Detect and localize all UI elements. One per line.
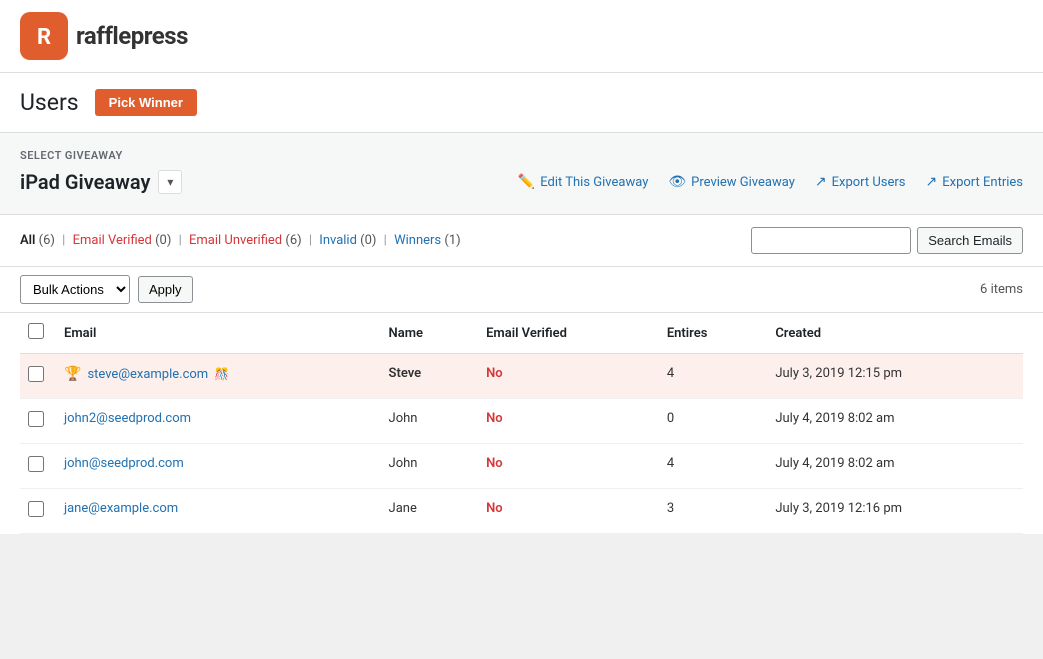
- col-entries: Entires: [659, 313, 768, 354]
- filter-email-unverified-count: (6): [282, 233, 302, 248]
- export-entries-label: Export Entries: [942, 175, 1023, 190]
- export-users-icon: ↗: [815, 174, 827, 190]
- filter-email-unverified[interactable]: Email Unverified: [189, 233, 282, 248]
- row-entries-cell: 4: [659, 354, 768, 399]
- row-checkbox-cell: [20, 354, 56, 399]
- table-row: john2@seedprod.com JohnNo0July 4, 2019 8:…: [20, 399, 1023, 444]
- row-verified-cell: No: [478, 444, 659, 489]
- col-email: Email: [56, 313, 381, 354]
- row-entries-cell: 0: [659, 399, 768, 444]
- filter-invalid[interactable]: Invalid: [319, 233, 357, 248]
- search-button[interactable]: Search Emails: [917, 227, 1023, 254]
- row-verified-cell: No: [478, 489, 659, 534]
- row-created-cell: July 3, 2019 12:16 pm: [767, 489, 1023, 534]
- bulk-actions-bar: Bulk Actions Delete Apply 6 items: [0, 267, 1043, 313]
- bulk-actions-select[interactable]: Bulk Actions Delete: [20, 275, 130, 304]
- row-checkbox[interactable]: [28, 411, 44, 427]
- row-verified-cell: No: [478, 354, 659, 399]
- export-users-link[interactable]: ↗ Export Users: [815, 174, 906, 190]
- col-email-verified: Email Verified: [478, 313, 659, 354]
- row-email-cell: jane@example.com: [56, 489, 381, 534]
- page-header: Users Pick Winner: [0, 73, 1043, 133]
- export-entries-link[interactable]: ↗ Export Entries: [926, 174, 1023, 190]
- row-email-cell: john@seedprod.com: [56, 444, 381, 489]
- row-email-cell: john2@seedprod.com: [56, 399, 381, 444]
- select-giveaway-label: SELECT GIVEAWAY: [20, 149, 1023, 162]
- filters-bar: All (6) | Email Verified (0) | Email Unv…: [0, 215, 1043, 267]
- row-entries-cell: 4: [659, 444, 768, 489]
- row-checkbox-cell: [20, 399, 56, 444]
- row-checkbox[interactable]: [28, 456, 44, 472]
- row-created-cell: July 4, 2019 8:02 am: [767, 399, 1023, 444]
- row-name-cell: John: [381, 399, 479, 444]
- filter-email-verified[interactable]: Email Verified: [73, 233, 152, 248]
- table-wrapper: Email Name Email Verified Entires Create…: [0, 313, 1043, 534]
- rafflepress-logo-icon: R: [20, 12, 68, 60]
- selected-giveaway-name: iPad Giveaway: [20, 170, 150, 194]
- eye-icon: 👁: [668, 174, 686, 190]
- table-row: john@seedprod.com JohnNo4July 4, 2019 8:0…: [20, 444, 1023, 489]
- filter-links: All (6) | Email Verified (0) | Email Unv…: [20, 233, 461, 248]
- row-name-cell: Jane: [381, 489, 479, 534]
- items-count: 6 items: [980, 282, 1023, 297]
- pick-winner-button[interactable]: Pick Winner: [95, 89, 197, 116]
- page-title: Users: [20, 89, 79, 116]
- row-name-cell: John: [381, 444, 479, 489]
- giveaway-row: iPad Giveaway ▾ ✏️ Edit This Giveaway 👁 …: [20, 170, 1023, 194]
- trophy-icon: 🏆: [64, 366, 81, 382]
- row-checkbox[interactable]: [28, 366, 44, 382]
- email-link[interactable]: john@seedprod.com: [64, 456, 184, 471]
- edit-giveaway-label: Edit This Giveaway: [540, 175, 648, 190]
- row-created-cell: July 3, 2019 12:15 pm: [767, 354, 1023, 399]
- row-verified-cell: No: [478, 399, 659, 444]
- email-link[interactable]: john2@seedprod.com: [64, 411, 191, 426]
- select-all-col: [20, 313, 56, 354]
- col-name: Name: [381, 313, 479, 354]
- site-header: R rafflepress: [0, 0, 1043, 73]
- row-checkbox[interactable]: [28, 501, 44, 517]
- bulk-left: Bulk Actions Delete Apply: [20, 275, 193, 304]
- select-all-checkbox[interactable]: [28, 323, 44, 339]
- users-table: Email Name Email Verified Entires Create…: [20, 313, 1023, 534]
- email-link[interactable]: steve@example.com: [87, 367, 208, 382]
- giveaway-dropdown-button[interactable]: ▾: [158, 170, 182, 194]
- email-link[interactable]: jane@example.com: [64, 501, 178, 516]
- export-users-label: Export Users: [832, 175, 906, 190]
- logo-text: rafflepress: [76, 22, 188, 50]
- main-content: SELECT GIVEAWAY iPad Giveaway ▾ ✏️ Edit …: [0, 133, 1043, 534]
- row-checkbox-cell: [20, 444, 56, 489]
- edit-giveaway-link[interactable]: ✏️ Edit This Giveaway: [518, 174, 649, 190]
- apply-button[interactable]: Apply: [138, 276, 193, 303]
- row-entries-cell: 3: [659, 489, 768, 534]
- edit-icon: ✏️: [518, 174, 535, 190]
- preview-giveaway-link[interactable]: 👁 Preview Giveaway: [668, 174, 795, 190]
- search-input[interactable]: [751, 227, 911, 254]
- preview-giveaway-label: Preview Giveaway: [691, 175, 795, 190]
- col-created: Created: [767, 313, 1023, 354]
- filter-invalid-count: (0): [357, 233, 377, 248]
- table-row: jane@example.com JaneNo3July 3, 2019 12:1…: [20, 489, 1023, 534]
- filter-winners[interactable]: Winners: [394, 233, 441, 248]
- table-row: 🏆 steve@example.com 🎊 SteveNo4July 3, 2019 …: [20, 354, 1023, 399]
- row-created-cell: July 4, 2019 8:02 am: [767, 444, 1023, 489]
- filter-all[interactable]: All: [20, 233, 35, 248]
- logo: R rafflepress: [20, 12, 188, 60]
- filter-all-count: (6): [35, 233, 55, 248]
- giveaway-left: iPad Giveaway ▾: [20, 170, 182, 194]
- giveaway-selector-section: SELECT GIVEAWAY iPad Giveaway ▾ ✏️ Edit …: [0, 133, 1043, 215]
- table-header-row: Email Name Email Verified Entires Create…: [20, 313, 1023, 354]
- export-entries-icon: ↗: [926, 174, 938, 190]
- filter-email-verified-count: (0): [152, 233, 172, 248]
- giveaway-actions: ✏️ Edit This Giveaway 👁 Preview Giveaway…: [518, 174, 1023, 190]
- confetti-decoration: 🎊: [214, 367, 229, 381]
- row-email-cell: 🏆 steve@example.com 🎊: [56, 354, 381, 399]
- row-checkbox-cell: [20, 489, 56, 534]
- row-name-cell: Steve: [381, 354, 479, 399]
- svg-text:R: R: [37, 25, 51, 50]
- search-area: Search Emails: [751, 227, 1023, 254]
- filter-winners-count: (1): [441, 233, 461, 248]
